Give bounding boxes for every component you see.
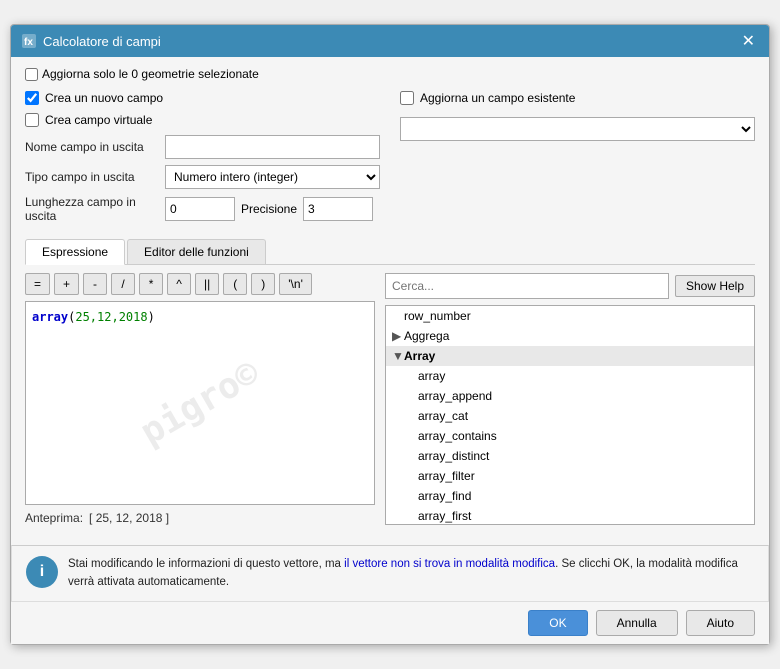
arrow-down-icon: ▼ bbox=[392, 349, 404, 363]
code-line: array(25,12,2018) bbox=[32, 308, 368, 326]
list-item[interactable]: array_first bbox=[386, 506, 754, 525]
open-paren-button[interactable]: ( bbox=[223, 273, 247, 295]
update-existing-checkbox[interactable] bbox=[400, 91, 414, 105]
func-label: array_append bbox=[418, 389, 492, 403]
divide-button[interactable]: / bbox=[111, 273, 135, 295]
preview-value: [ 25, 12, 2018 ] bbox=[89, 511, 169, 525]
tab-expression[interactable]: Espressione bbox=[25, 239, 125, 265]
info-text: Stai modificando le informazioni di ques… bbox=[68, 556, 754, 591]
existing-field-select[interactable] bbox=[400, 117, 755, 141]
precision-row: Precisione bbox=[165, 197, 373, 221]
func-label: array bbox=[418, 369, 445, 383]
function-list[interactable]: row_number ▶ Aggrega ▼ Array array bbox=[385, 305, 755, 525]
titlebar: fx Calcolatore di campi ✕ bbox=[11, 25, 769, 57]
create-new-checkbox[interactable] bbox=[25, 91, 39, 105]
list-item[interactable]: array_append bbox=[386, 386, 754, 406]
create-new-row: Crea un nuovo campo bbox=[25, 91, 380, 105]
close-button[interactable]: ✕ bbox=[738, 31, 759, 51]
info-icon: i bbox=[26, 556, 58, 588]
tab-function-editor[interactable]: Editor delle funzioni bbox=[127, 239, 266, 264]
newline-button[interactable]: '\n' bbox=[279, 273, 312, 295]
dialog-body: Aggiorna solo le 0 geometrie selezionate… bbox=[11, 57, 769, 535]
right-panel: Show Help row_number ▶ Aggrega ▼ bbox=[385, 273, 755, 525]
right-panel-top: Aggiorna un campo esistente bbox=[400, 91, 755, 229]
top-options-row: Crea un nuovo campo Crea campo virtuale … bbox=[25, 91, 755, 229]
plus-button[interactable]: + bbox=[54, 273, 79, 295]
func-label: array_cat bbox=[418, 409, 468, 423]
watermark: pigro© bbox=[133, 353, 266, 454]
update-existing-label: Aggiorna un campo esistente bbox=[420, 91, 575, 105]
update-selected-label: Aggiorna solo le 0 geometrie selezionate bbox=[42, 67, 259, 81]
search-row: Show Help bbox=[385, 273, 755, 299]
ok-button[interactable]: OK bbox=[528, 610, 587, 636]
search-input[interactable] bbox=[385, 273, 669, 299]
concat-button[interactable]: || bbox=[195, 273, 219, 295]
bottom-bar: OK Annulla Aiuto bbox=[11, 602, 769, 644]
list-item[interactable]: array_filter bbox=[386, 466, 754, 486]
create-virtual-checkbox[interactable] bbox=[25, 113, 39, 127]
list-item[interactable]: array_contains bbox=[386, 426, 754, 446]
field-name-label: Nome campo in uscita bbox=[25, 140, 165, 154]
left-panel-top: Crea un nuovo campo Crea campo virtuale … bbox=[25, 91, 380, 229]
field-type-row: Tipo campo in uscita Numero intero (inte… bbox=[25, 165, 380, 189]
field-type-select[interactable]: Numero intero (integer) bbox=[165, 165, 380, 189]
list-item[interactable]: ▼ Array bbox=[386, 346, 754, 366]
list-item[interactable]: array_cat bbox=[386, 406, 754, 426]
field-type-label: Tipo campo in uscita bbox=[25, 170, 165, 184]
equals-button[interactable]: = bbox=[25, 273, 50, 295]
create-virtual-label: Crea campo virtuale bbox=[45, 113, 152, 127]
cancel-button[interactable]: Annulla bbox=[596, 610, 678, 636]
preview-row: Anteprima: [ 25, 12, 2018 ] bbox=[25, 511, 375, 525]
help-button[interactable]: Aiuto bbox=[686, 610, 755, 636]
main-area: = + - / * ^ || ( ) '\n' pigro© array(25,… bbox=[25, 273, 755, 525]
arrow-right-icon: ▶ bbox=[392, 329, 404, 343]
svg-text:fx: fx bbox=[24, 37, 33, 48]
func-label: Aggrega bbox=[404, 329, 449, 343]
app-icon: fx bbox=[21, 33, 37, 49]
update-existing-row: Aggiorna un campo esistente bbox=[400, 91, 755, 105]
list-item[interactable]: ▶ Aggrega bbox=[386, 326, 754, 346]
highlight-text: il vettore non si trova in modalità modi… bbox=[344, 558, 555, 570]
tab-bar: Espressione Editor delle funzioni bbox=[25, 239, 755, 265]
precision-spinner[interactable] bbox=[303, 197, 373, 221]
field-name-input[interactable] bbox=[165, 135, 380, 159]
multiply-button[interactable]: * bbox=[139, 273, 163, 295]
expression-toolbar: = + - / * ^ || ( ) '\n' bbox=[25, 273, 375, 295]
show-help-button[interactable]: Show Help bbox=[675, 275, 755, 297]
minus-button[interactable]: - bbox=[83, 273, 107, 295]
field-name-row: Nome campo in uscita bbox=[25, 135, 380, 159]
func-label: array_first bbox=[418, 509, 471, 523]
precision-label: Precisione bbox=[241, 202, 297, 216]
list-item[interactable]: array_find bbox=[386, 486, 754, 506]
list-item[interactable]: array bbox=[386, 366, 754, 386]
keyword-array: array bbox=[32, 310, 68, 324]
length-spinner[interactable] bbox=[165, 197, 235, 221]
info-bar: i Stai modificando le informazioni di qu… bbox=[11, 545, 769, 602]
close-paren-button[interactable]: ) bbox=[251, 273, 275, 295]
func-label: array_filter bbox=[418, 469, 475, 483]
dialog-title: Calcolatore di campi bbox=[43, 34, 161, 49]
func-label: Array bbox=[404, 349, 435, 363]
func-label: array_find bbox=[418, 489, 471, 503]
func-label: array_contains bbox=[418, 429, 497, 443]
code-args: 25,12,2018 bbox=[75, 310, 147, 324]
update-selected-checkbox[interactable] bbox=[25, 68, 38, 81]
list-item[interactable]: array_distinct bbox=[386, 446, 754, 466]
left-editor: = + - / * ^ || ( ) '\n' pigro© array(25,… bbox=[25, 273, 375, 525]
func-label: array_distinct bbox=[418, 449, 489, 463]
preview-label: Anteprima: bbox=[25, 511, 83, 525]
titlebar-left: fx Calcolatore di campi bbox=[21, 33, 161, 49]
power-button[interactable]: ^ bbox=[167, 273, 191, 295]
calculator-dialog: fx Calcolatore di campi ✕ Aggiorna solo … bbox=[10, 24, 770, 645]
create-virtual-row: Crea campo virtuale bbox=[25, 113, 380, 127]
field-length-label: Lunghezza campo in uscita bbox=[25, 195, 165, 223]
top-checkboxes: Aggiorna solo le 0 geometrie selezionate bbox=[25, 67, 755, 81]
create-new-label: Crea un nuovo campo bbox=[45, 91, 163, 105]
code-editor[interactable]: pigro© array(25,12,2018) bbox=[25, 301, 375, 505]
field-length-row: Lunghezza campo in uscita Precisione bbox=[25, 195, 380, 223]
func-label: row_number bbox=[404, 309, 471, 323]
list-item[interactable]: row_number bbox=[386, 306, 754, 326]
code-paren-close: ) bbox=[148, 310, 155, 324]
